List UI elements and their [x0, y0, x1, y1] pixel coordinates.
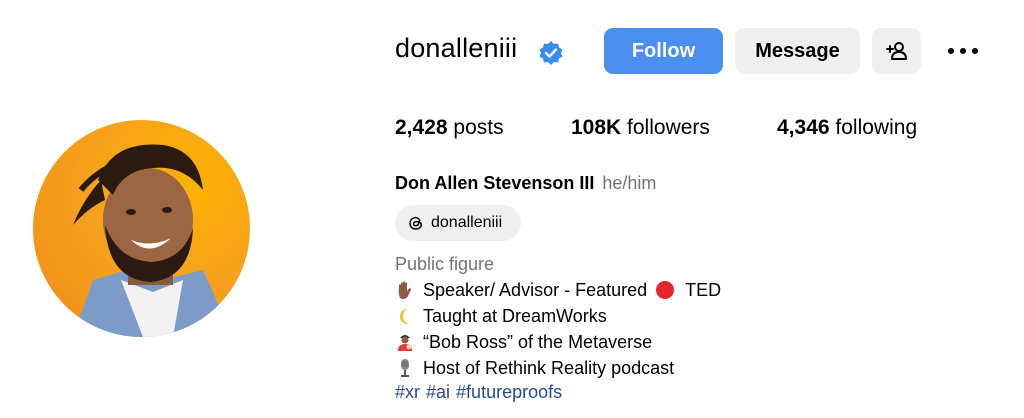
bio-hashtags: #xr #ai #futureproofs: [395, 382, 568, 403]
hashtag-link[interactable]: #ai: [426, 382, 450, 402]
bio-line-dreamworks: Taught at DreamWorks: [395, 305, 607, 327]
profile-username: donalleniii: [395, 33, 518, 63]
avatar-portrait: [73, 144, 233, 337]
full-name-text: Don Allen Stevenson III: [395, 173, 595, 193]
posts-stat: 2,428 posts: [395, 116, 504, 140]
pronouns-text: he/him: [602, 173, 657, 193]
verified-badge-icon: [538, 40, 564, 66]
crescent-moon-icon: [395, 305, 419, 327]
profile-full-name: Don Allen Stevenson III he/him: [395, 173, 656, 194]
following-label: following: [835, 116, 918, 139]
threads-link[interactable]: donalleniii: [395, 205, 521, 241]
threads-icon: [409, 216, 423, 230]
threads-handle: donalleniii: [431, 214, 503, 231]
bio-line-4-text: Host of Rethink Reality podcast: [423, 357, 675, 378]
hashtag-link[interactable]: #futureproofs: [456, 382, 562, 402]
posts-count: 2,428: [395, 116, 448, 139]
more-dots-icon: [948, 48, 978, 54]
posts-label: posts: [453, 116, 504, 139]
bio-line-3-text: “Bob Ross” of the Metaverse: [423, 331, 653, 352]
followers-stat[interactable]: 108K followers: [571, 116, 710, 140]
bio-line-bob-ross: “Bob Ross” of the Metaverse: [395, 331, 652, 353]
bio-line-1-trailing-text: TED: [685, 279, 722, 300]
add-person-icon: [885, 42, 907, 60]
bio-line-1-text: Speaker/ Advisor - Featured: [423, 279, 648, 300]
following-stat[interactable]: 4,346 following: [777, 116, 917, 140]
followers-label: followers: [627, 116, 710, 139]
bio-line-speaker: Speaker/ Advisor - Featured TED: [395, 279, 721, 301]
microphone-icon: [395, 357, 419, 379]
bio-line-2-text: Taught at DreamWorks: [423, 305, 607, 326]
follow-button[interactable]: Follow: [604, 28, 723, 74]
following-count: 4,346: [777, 116, 830, 139]
message-button[interactable]: Message: [735, 28, 860, 74]
raised-hand-icon: [395, 279, 419, 301]
bio-line-podcast: Host of Rethink Reality podcast: [395, 357, 674, 379]
red-circle-icon: [655, 279, 679, 301]
more-options-button[interactable]: [940, 28, 986, 74]
suggested-users-button[interactable]: [872, 28, 921, 74]
profile-avatar[interactable]: [33, 120, 250, 337]
artist-icon: [395, 331, 419, 353]
hashtag-link[interactable]: #xr: [395, 382, 420, 402]
profile-category: Public figure: [395, 254, 495, 274]
followers-count: 108K: [571, 116, 622, 139]
